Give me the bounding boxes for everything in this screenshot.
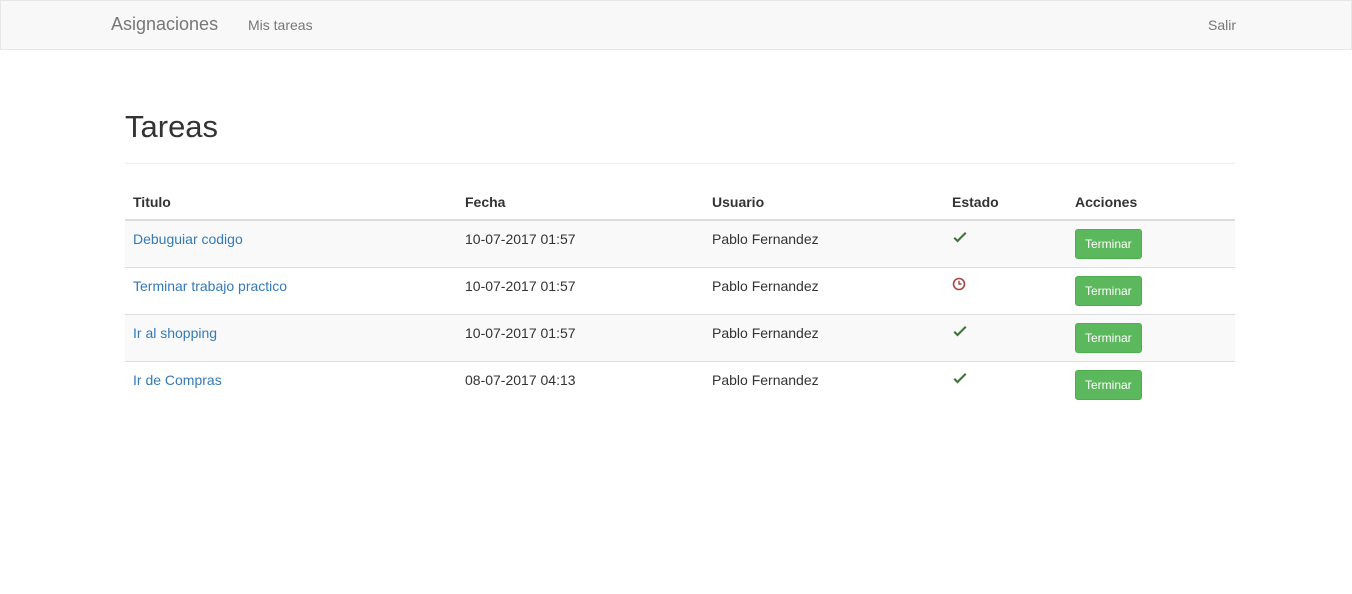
terminar-button[interactable]: Terminar — [1075, 370, 1142, 400]
table-row: Debuguiar codigo 10-07-2017 01:57 Pablo … — [125, 220, 1235, 268]
cell-usuario: Pablo Fernandez — [704, 314, 944, 362]
check-icon — [952, 230, 968, 246]
table-row: Ir al shopping 10-07-2017 01:57 Pablo Fe… — [125, 314, 1235, 362]
check-icon — [952, 371, 968, 387]
cell-fecha: 10-07-2017 01:57 — [465, 231, 576, 247]
cell-estado — [944, 314, 1067, 362]
cell-titulo: Ir al shopping — [125, 314, 457, 362]
check-icon — [952, 324, 968, 340]
cell-estado — [944, 361, 1067, 408]
task-link[interactable]: Ir al shopping — [133, 325, 217, 341]
brand-link[interactable]: Asignaciones — [111, 14, 218, 35]
cell-usuario: Pablo Fernandez — [704, 361, 944, 408]
nav-mis-tareas[interactable]: Mis tareas — [248, 17, 313, 33]
page-header: Tareas — [125, 110, 1235, 164]
cell-fecha: 10-07-2017 01:57 — [457, 314, 704, 362]
cell-acciones: Terminar — [1067, 267, 1235, 315]
header-titulo: Titulo — [125, 184, 457, 221]
terminar-button[interactable]: Terminar — [1075, 323, 1142, 353]
cell-acciones: Terminar — [1067, 314, 1235, 362]
header-acciones: Acciones — [1067, 184, 1235, 221]
header-estado: Estado — [944, 184, 1067, 221]
table-header-row: Titulo Fecha Usuario Estado Acciones — [125, 184, 1235, 221]
cell-estado — [944, 220, 1067, 268]
cell-titulo: Terminar trabajo practico — [125, 267, 457, 315]
cell-usuario: Pablo Fernandez — [712, 231, 819, 247]
task-link[interactable]: Debuguiar codigo — [133, 231, 243, 247]
cell-acciones: Terminar — [1067, 220, 1235, 268]
header-fecha: Fecha — [457, 184, 704, 221]
cell-titulo: Ir de Compras — [125, 361, 457, 408]
cell-acciones: Terminar — [1067, 361, 1235, 408]
table-row: Terminar trabajo practico 10-07-2017 01:… — [125, 267, 1235, 315]
table-row: Ir de Compras 08-07-2017 04:13 Pablo Fer… — [125, 361, 1235, 408]
main-container: Tareas Titulo Fecha Usuario Estado Accio… — [125, 50, 1235, 408]
task-link[interactable]: Terminar trabajo practico — [133, 278, 287, 294]
tasks-table: Titulo Fecha Usuario Estado Acciones Deb… — [125, 184, 1235, 408]
header-usuario: Usuario — [704, 184, 944, 221]
terminar-button[interactable]: Terminar — [1075, 276, 1142, 306]
clock-icon — [952, 277, 968, 293]
cell-estado — [944, 267, 1067, 315]
task-link[interactable]: Ir de Compras — [133, 372, 222, 388]
cell-usuario: Pablo Fernandez — [704, 267, 944, 315]
cell-titulo: Debuguiar codigo — [125, 220, 457, 268]
cell-fecha: 08-07-2017 04:13 — [457, 361, 704, 408]
cell-fecha: 10-07-2017 01:57 — [457, 267, 704, 315]
navbar: Asignaciones Mis tareas Salir — [0, 0, 1352, 50]
nav-salir[interactable]: Salir — [1208, 17, 1236, 33]
page-title: Tareas — [125, 109, 219, 144]
terminar-button[interactable]: Terminar — [1075, 229, 1142, 259]
